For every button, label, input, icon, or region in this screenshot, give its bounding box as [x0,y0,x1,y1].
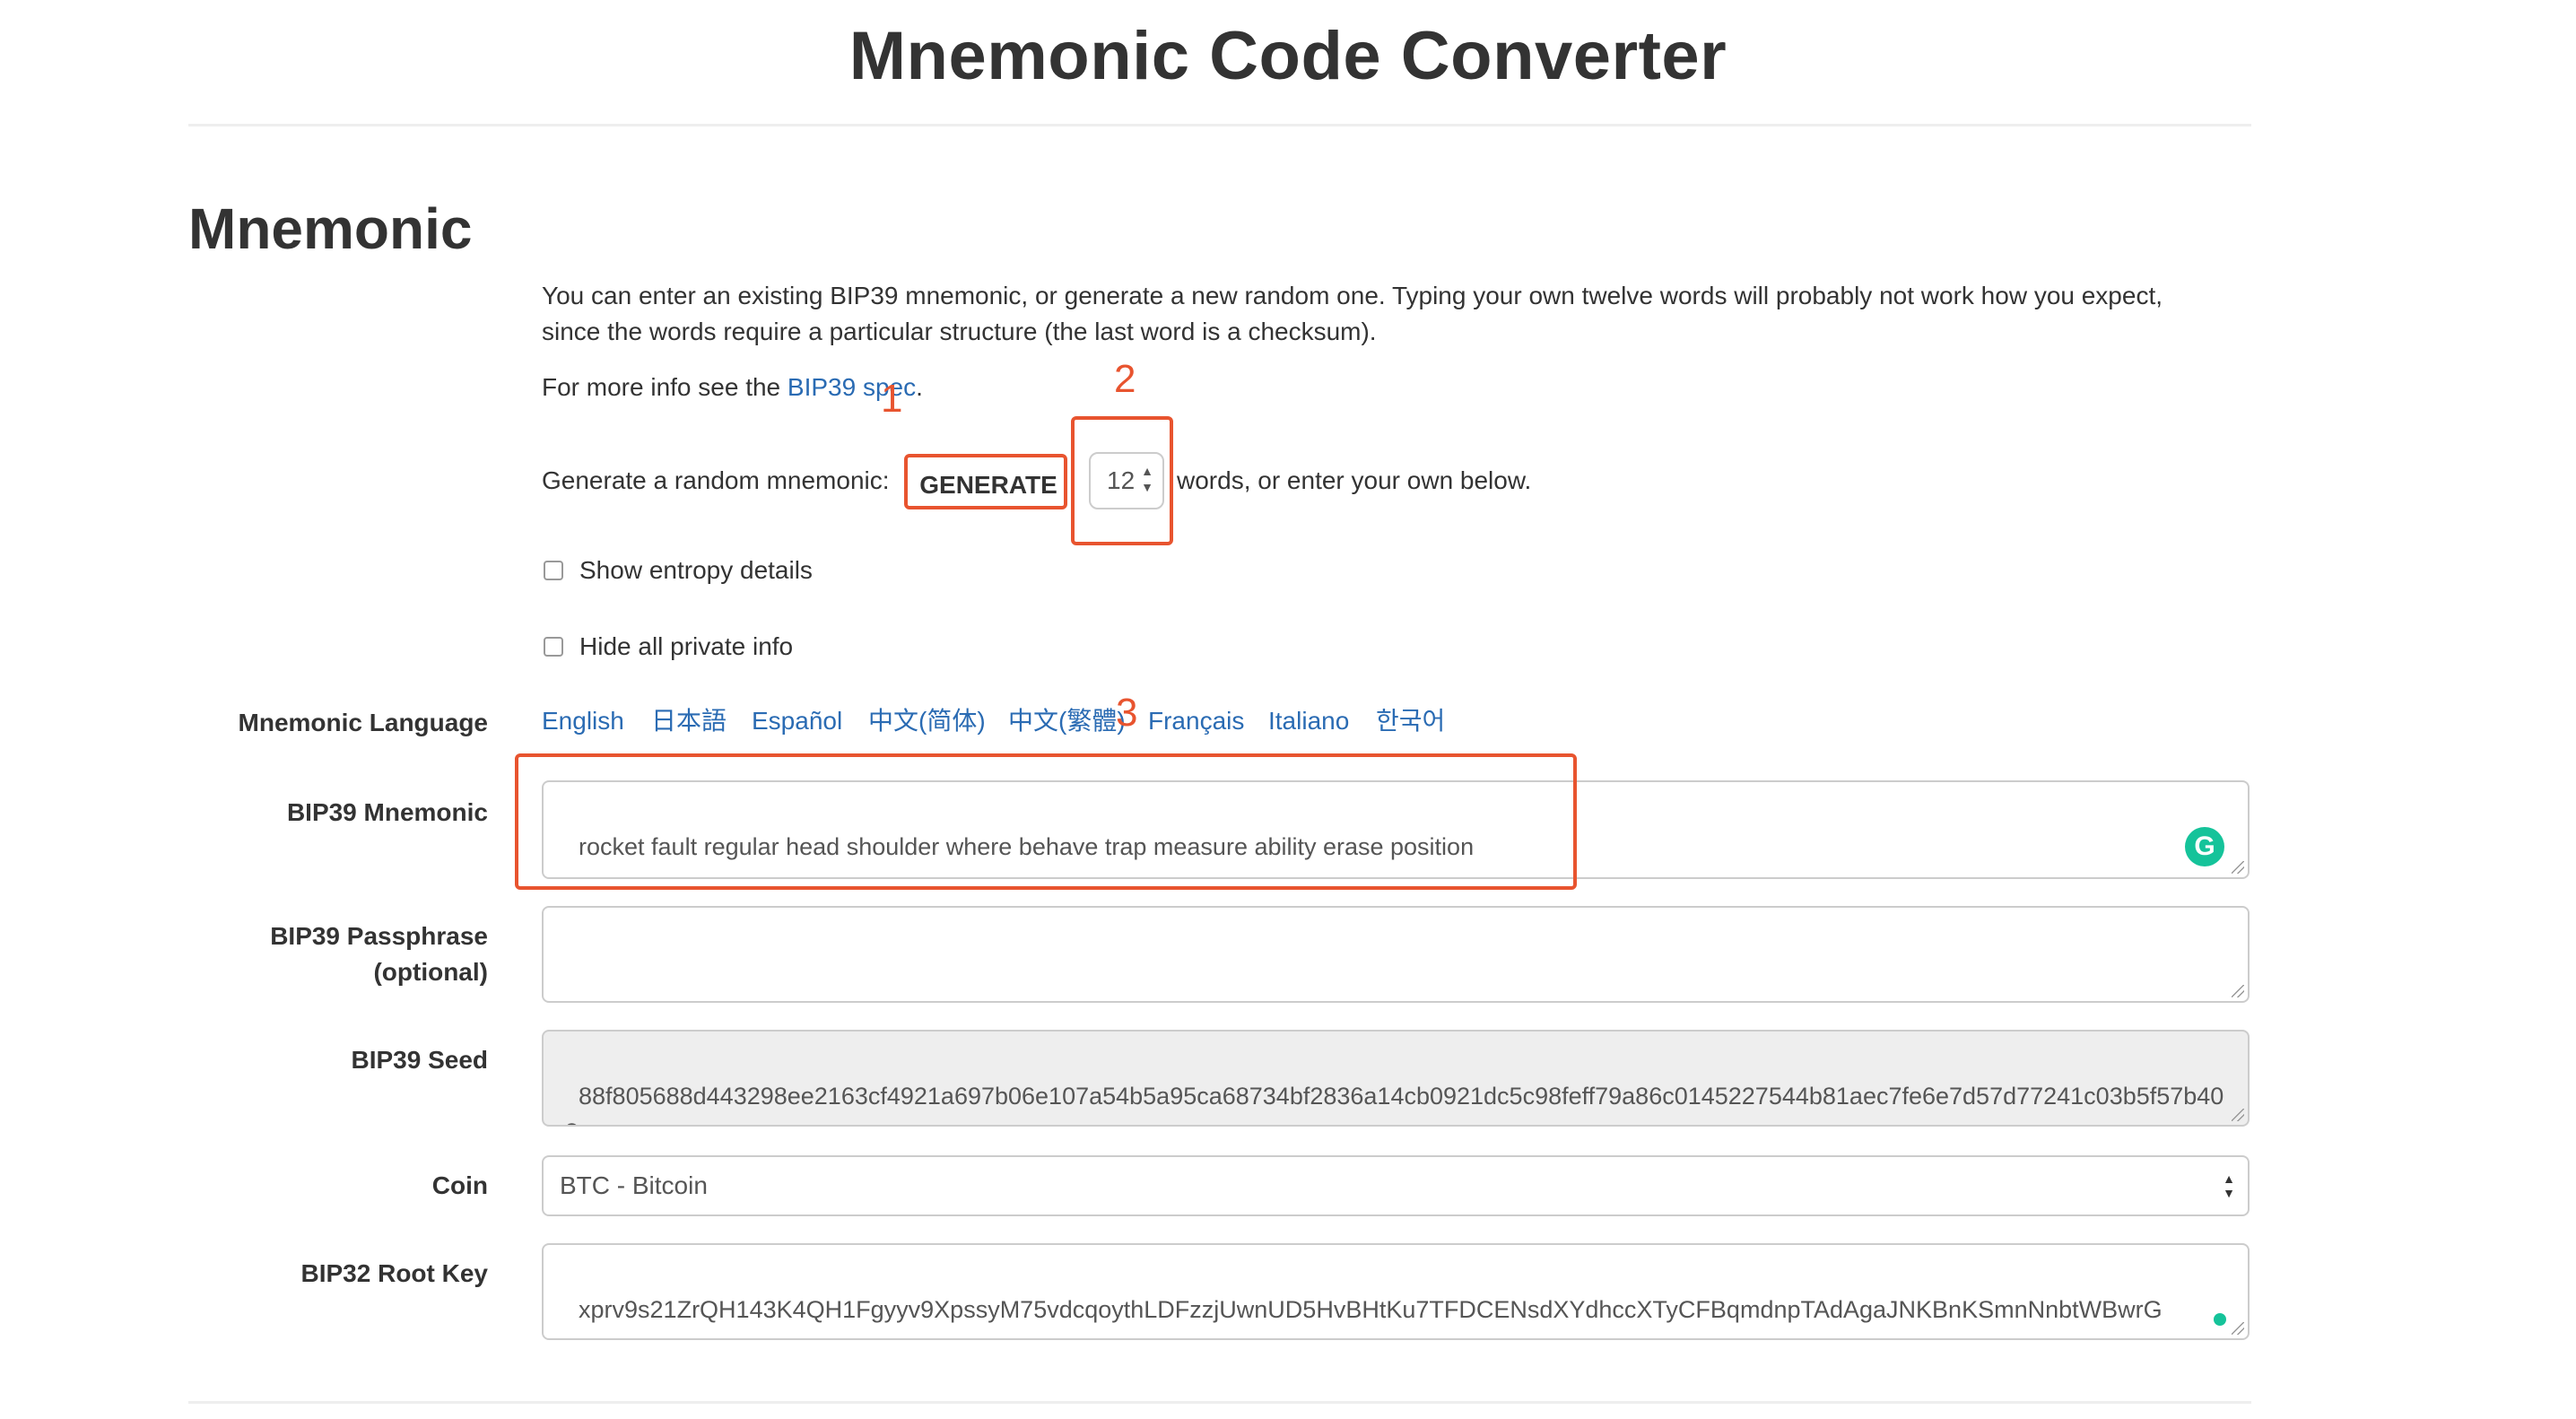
annotation-box-mnemonic [515,753,1577,890]
language-chinese-simplified[interactable]: 中文(简体) [868,703,986,739]
bip39-passphrase-label-line1: BIP39 Passphrase [270,922,488,950]
coin-select[interactable]: BTC - Bitcoin ▲ ▼ [542,1155,2250,1216]
annotation-number-1: 1 [881,377,903,421]
more-info: For more info see the BIP39 spec. [542,370,2228,405]
language-japanese[interactable]: 日本語 [651,703,727,739]
language-french[interactable]: Français [1148,703,1244,739]
more-info-prefix: For more info see the [542,373,788,401]
generate-prefix: Generate a random mnemonic: [542,466,890,494]
annotation-number-3: 3 [1116,691,1138,735]
bip32-root-key-label: BIP32 Root Key [300,1259,489,1287]
bip39-passphrase-label-line2: (optional) [373,958,488,986]
annotation-box-generate [904,454,1067,509]
section-title: Mnemonic [188,196,473,261]
grammarly-dot-icon [2214,1313,2226,1326]
language-italian[interactable]: Italiano [1268,703,1349,739]
language-english[interactable]: English [542,703,624,739]
coin-selected-value: BTC - Bitcoin [560,1171,708,1199]
grammarly-icon[interactable]: G [2185,827,2224,866]
language-korean[interactable]: 한국어 [1376,703,1445,739]
intro-line-1: You can enter an existing BIP39 mnemonic… [542,282,2163,309]
intro-line-2: since the words require a particular str… [542,318,1377,345]
coin-label: Coin [431,1171,488,1199]
header-divider [188,124,2251,126]
generate-suffix: words, or enter your own below. [1177,466,1532,494]
hide-private-label[interactable]: Hide all private info [579,629,793,665]
intro-text: You can enter an existing BIP39 mnemonic… [542,278,2228,350]
bip39-passphrase-label: BIP39 Passphrase (optional) [219,918,488,990]
mnemonic-language-label: Mnemonic Language [238,709,488,736]
bip32-root-key-value: xprv9s21ZrQH143K4QH1Fgyyv9XpssyM75vdcqoy… [579,1296,2163,1323]
show-entropy-checkbox[interactable] [544,561,563,580]
footer-divider [188,1401,2251,1404]
show-entropy-label[interactable]: Show entropy details [579,553,813,588]
language-spanish[interactable]: Español [752,703,842,739]
resize-grip-icon[interactable] [2232,861,2244,874]
annotation-number-2: 2 [1114,357,1136,401]
bip32-root-key-textarea[interactable]: xprv9s21ZrQH143K4QH1Fgyyv9XpssyM75vdcqoy… [542,1243,2250,1340]
bip39-mnemonic-label: BIP39 Mnemonic [286,798,488,826]
resize-grip-icon[interactable] [2232,985,2244,997]
language-chinese-traditional[interactable]: 中文(繁體) [1008,703,1126,739]
bip39-passphrase-textarea[interactable] [542,906,2250,1003]
more-info-suffix: . [916,373,923,401]
page-title: Mnemonic Code Converter [849,18,1727,94]
resize-grip-icon[interactable] [2232,1109,2244,1121]
bip39-seed-value: 88f805688d443298ee2163cf4921a697b06e107a… [565,1083,2224,1125]
bip39-seed-label: BIP39 Seed [351,1046,488,1074]
hide-private-checkbox[interactable] [544,637,563,657]
annotation-box-word-count [1071,416,1173,545]
resize-grip-icon[interactable] [2232,1322,2244,1335]
bip39-seed-textarea[interactable]: 88f805688d443298ee2163cf4921a697b06e107a… [542,1030,2250,1127]
select-arrows-icon: ▲ ▼ [2223,1171,2235,1200]
